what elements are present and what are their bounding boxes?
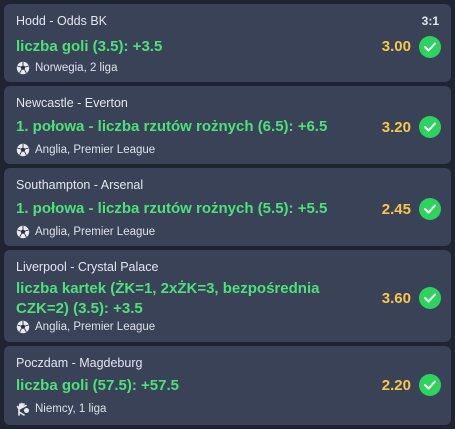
bet-card[interactable]: Liverpool - Crystal Palace liczba kartek… [4, 250, 451, 342]
bet-card[interactable]: Southampton - Arsenal 1. połowa - liczba… [4, 168, 451, 246]
league-name: Niemcy, 1 liga [35, 403, 107, 415]
league-name: Anglia, Premier League [35, 321, 156, 333]
match-score: 3:1 [421, 14, 439, 28]
check-icon [419, 374, 441, 396]
bet-pick: 1. połowa - liczba rzutów rożnych (5.5):… [16, 200, 328, 217]
football-icon [16, 225, 30, 239]
bet-odds: 3.20 [381, 119, 411, 136]
league-name: Norwegia, 2 liga [35, 62, 118, 74]
bet-card[interactable]: Newcastle - Everton 1. połowa - liczba r… [4, 86, 451, 164]
bet-card[interactable]: Hodd - Odds BK 3:1 liczba goli (3.5): +3… [4, 4, 451, 82]
bet-pick: 1. połowa - liczba rzutów rożnych (6.5):… [16, 118, 328, 135]
football-icon [16, 61, 30, 75]
bet-pick: liczba goli (57.5): +57.5 [16, 377, 179, 394]
match-name: Newcastle - Everton [16, 96, 128, 110]
check-icon [419, 116, 441, 138]
football-icon [16, 320, 30, 334]
bet-list: Hodd - Odds BK 3:1 liczba goli (3.5): +3… [0, 0, 455, 429]
football-icon [16, 143, 30, 157]
bet-odds: 3.60 [381, 290, 411, 307]
handball-icon [16, 402, 30, 416]
bet-card[interactable]: Poczdam - Magdeburg liczba goli (57.5): … [4, 346, 451, 425]
match-name: Hodd - Odds BK [16, 14, 108, 28]
check-icon [419, 287, 441, 309]
league-name: Anglia, Premier League [35, 226, 156, 238]
match-name: Liverpool - Crystal Palace [16, 260, 159, 274]
bet-odds: 2.45 [381, 201, 411, 218]
match-name: Poczdam - Magdeburg [16, 356, 143, 370]
check-icon [419, 36, 441, 58]
match-name: Southampton - Arsenal [16, 178, 144, 192]
bet-odds: 2.20 [381, 377, 411, 394]
bet-pick: liczba kartek (ŻK=1, 2xŻK=3, bezpośredni… [16, 280, 320, 317]
league-name: Anglia, Premier League [35, 144, 156, 156]
bet-odds: 3.00 [381, 38, 411, 55]
bet-pick: liczba goli (3.5): +3.5 [16, 38, 163, 55]
check-icon [419, 198, 441, 220]
